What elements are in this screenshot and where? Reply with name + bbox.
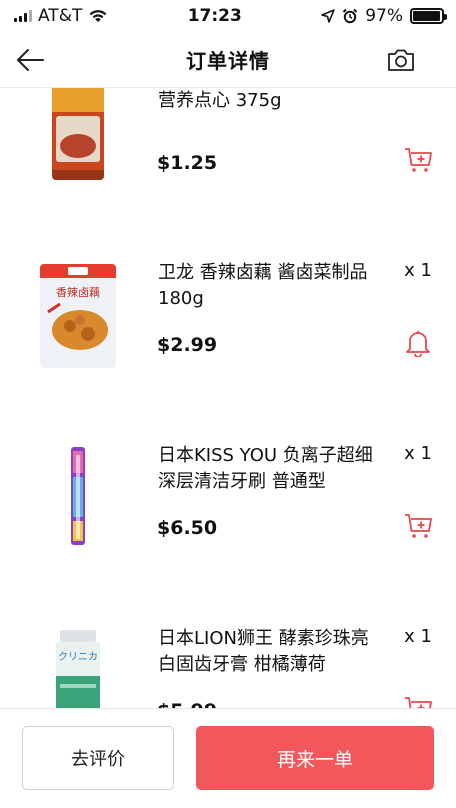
bell-icon[interactable] [404, 329, 432, 357]
signal-icon [14, 10, 32, 22]
bottom-action-bar: 去评价 再来一单 [0, 708, 456, 808]
add-to-cart-icon[interactable] [404, 695, 432, 708]
add-to-cart-icon[interactable] [404, 146, 432, 174]
page-title: 订单详情 [186, 49, 270, 73]
product-name[interactable]: 日本LION狮王 酵素珍珠亮白固齿牙膏 柑橘薄荷 [158, 626, 378, 678]
svg-text:香辣卤藕: 香辣卤藕 [56, 285, 100, 299]
order-item[interactable]: 台湾泰山 八宝粥 添加燕麦营养点心 375g $1.25 x 1 [0, 88, 456, 245]
product-name[interactable]: 台湾泰山 八宝粥 添加燕麦营养点心 375g [158, 88, 378, 114]
order-item[interactable]: クリニカ 日本LION狮王 酵素珍珠亮白固齿牙膏 柑橘薄荷 $5.99 x 1 [0, 611, 456, 708]
order-item[interactable]: 香辣卤藕 卫龙 香辣卤藕 酱卤菜制品 180g $2.99 x 1 [0, 245, 456, 428]
product-price: $5.99 [157, 700, 217, 708]
order-item[interactable]: 日本KISS YOU 负离子超细深层清洁牙刷 普通型 $6.50 x 1 [0, 428, 456, 611]
location-arrow-icon [321, 9, 335, 23]
product-image-spicy-lotus-root: 香辣卤藕 [40, 264, 116, 368]
carrier-label: AT&T [38, 6, 83, 26]
order-item-list[interactable]: 台湾泰山 八宝粥 添加燕麦营养点心 375g $1.25 x 1 香辣卤藕 卫龙… [0, 88, 456, 708]
product-image-toothbrush [71, 447, 85, 545]
product-name[interactable]: 日本KISS YOU 负离子超细深层清洁牙刷 普通型 [158, 443, 378, 495]
svg-text:クリニカ: クリニカ [58, 651, 98, 663]
product-quantity: x 1 [404, 260, 432, 281]
add-to-cart-icon[interactable] [404, 512, 432, 540]
battery-icon [409, 8, 447, 24]
product-quantity: x 1 [404, 626, 432, 647]
nav-bar: 订单详情 [0, 32, 456, 88]
status-bar: AT&T 17:23 97% [0, 0, 456, 32]
product-price: $1.25 [157, 152, 218, 174]
alarm-icon [342, 8, 358, 24]
review-button[interactable]: 去评价 [22, 726, 174, 790]
reorder-button[interactable]: 再来一单 [196, 726, 434, 790]
camera-icon[interactable] [386, 45, 416, 75]
wifi-icon [89, 10, 107, 22]
product-image-toothpaste: クリニカ [56, 630, 100, 708]
back-arrow-icon[interactable] [14, 45, 46, 75]
product-quantity: x 1 [404, 443, 432, 464]
clock: 17:23 [187, 6, 242, 26]
product-image-congee-can [52, 88, 104, 180]
product-price: $6.50 [157, 517, 218, 539]
battery-percent: 97% [365, 6, 403, 26]
product-price: $2.99 [157, 334, 218, 356]
product-name[interactable]: 卫龙 香辣卤藕 酱卤菜制品 180g [158, 260, 378, 312]
